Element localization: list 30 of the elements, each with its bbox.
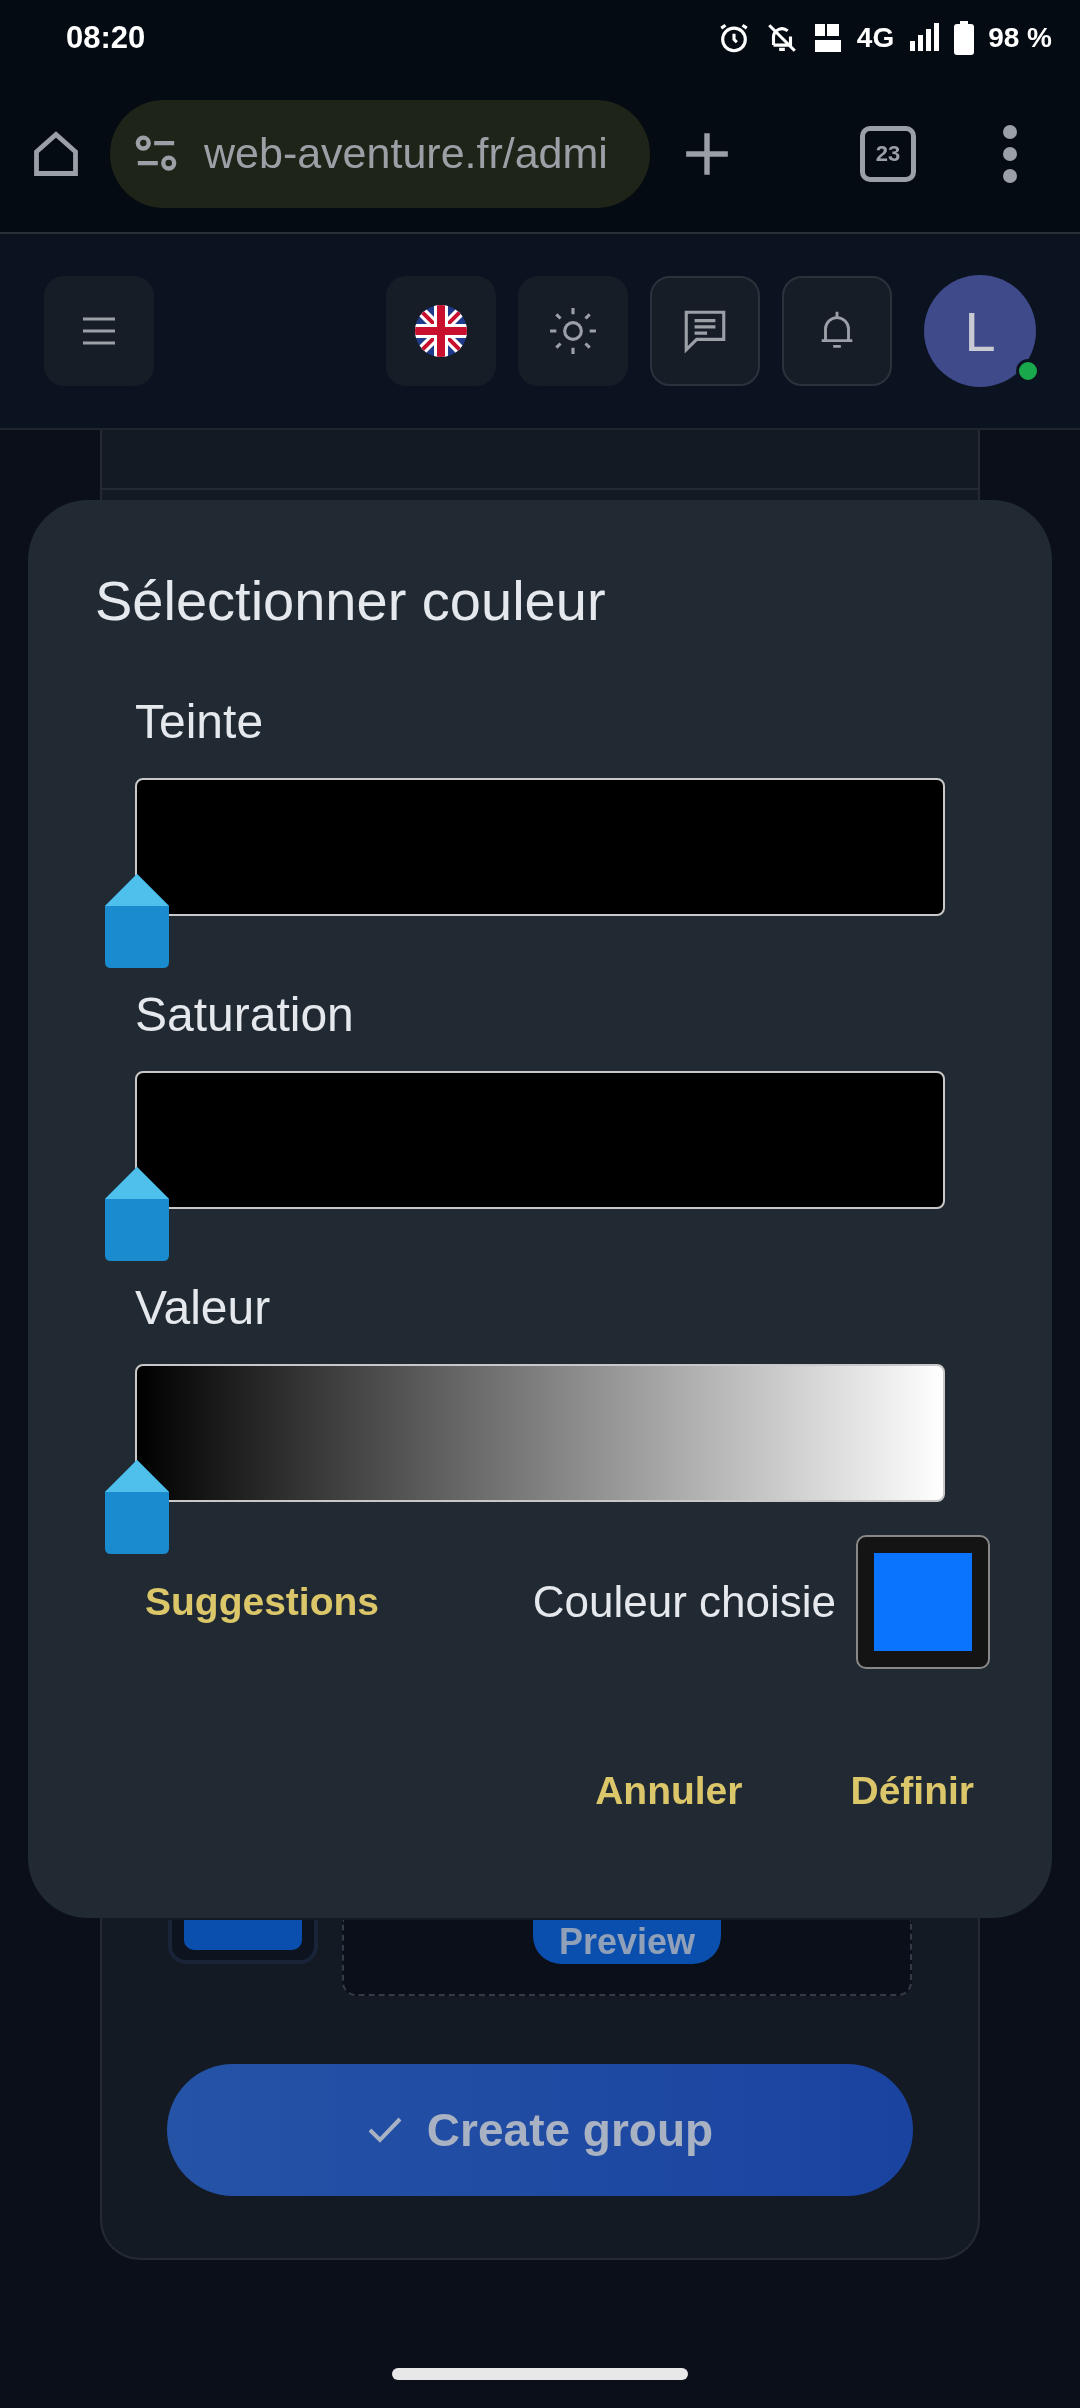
network-type: 4G (856, 21, 895, 54)
more-icon[interactable] (1000, 123, 1020, 184)
menu-icon (81, 316, 117, 346)
dialog-action-button[interactable]: Définir (850, 1769, 974, 1813)
battery-level: 98 % (988, 21, 1052, 54)
language-button[interactable] (386, 276, 496, 386)
messages-button[interactable] (650, 276, 760, 386)
check-icon (366, 2115, 403, 2145)
battery-icon (954, 20, 975, 55)
sun-icon (548, 306, 598, 356)
clock-time: 08:20 (66, 19, 146, 56)
color-swatch[interactable] (168, 1920, 318, 1964)
slider-label: Valeur (135, 1280, 272, 1336)
site-settings-icon[interactable] (134, 133, 178, 174)
notifications-button[interactable] (782, 276, 892, 386)
preview-badge: Preview (532, 1920, 722, 1964)
user-avatar[interactable]: L (924, 275, 1036, 387)
slider-label: Saturation (135, 987, 355, 1043)
theme-button[interactable] (518, 276, 628, 386)
slider-label: Teinte (135, 694, 265, 750)
dialog-action-button[interactable]: Annuler (595, 1769, 743, 1813)
address-bar[interactable]: web-aventure.fr/admi (110, 99, 650, 208)
signal-icon (908, 22, 941, 53)
create-group-button[interactable]: Create group (167, 2064, 913, 2196)
dialog-title: Sélectionner couleur (95, 568, 607, 633)
chosen-color-label: Couleur choisie (532, 1577, 836, 1627)
suggestions-button[interactable]: Suggestions (145, 1580, 380, 1624)
menu-button[interactable] (44, 276, 154, 386)
tab-count[interactable]: 23 (860, 125, 916, 182)
url-text: web-aventure.fr/admi (204, 129, 608, 178)
